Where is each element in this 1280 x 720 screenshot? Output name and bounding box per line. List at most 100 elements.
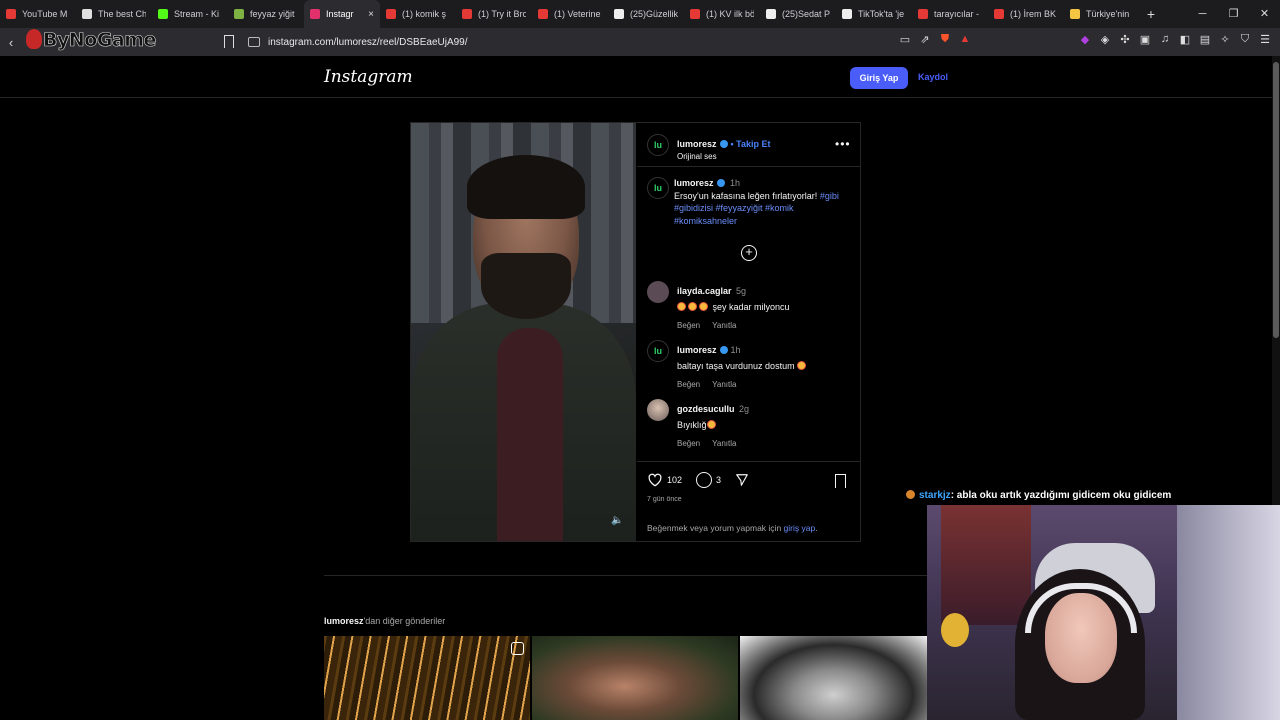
post-thumbnail[interactable] xyxy=(740,636,927,720)
puzzle-icon[interactable]: ✣ xyxy=(1118,32,1132,46)
comment-username[interactable]: lumoresz xyxy=(677,345,717,355)
post-side-panel: lu lumoresz • Takip Et Orijinal ses ••• l… xyxy=(637,123,860,541)
tab-label[interactable]: (1) komik ş xyxy=(402,9,450,19)
tab-label[interactable]: feyyaz yiğit xyxy=(250,9,298,19)
bookmark-icon[interactable] xyxy=(224,35,234,48)
leo-icon[interactable]: ✧ xyxy=(1218,32,1232,46)
tab-label[interactable]: (1) Veterine xyxy=(554,9,602,19)
chat-text: : abla oku artık yazdığımı gidicem oku g… xyxy=(950,490,1172,501)
browser-tab[interactable]: feyyaz yiğit xyxy=(228,0,304,28)
save-bookmark-icon[interactable] xyxy=(835,474,846,488)
tab-label[interactable]: (1) İrem BK xyxy=(1010,9,1058,19)
tab-label[interactable]: Stream - Ki xyxy=(174,9,222,19)
caption-text: Ersoy'un kafasına leğen fırlatıyorlar! xyxy=(674,190,818,201)
caption-username[interactable]: lumoresz xyxy=(674,178,714,188)
reply-link[interactable]: Yanıtla xyxy=(712,321,736,330)
tab-label[interactable]: tarayıcılar - xyxy=(934,9,982,19)
login-prompt-link[interactable]: giriş yap xyxy=(784,523,816,533)
close-window-icon[interactable]: ✕ xyxy=(1249,0,1280,28)
tab-close-icon[interactable]: × xyxy=(368,9,374,20)
signup-link[interactable]: Kaydol xyxy=(918,72,948,82)
browser-tab[interactable]: Türkiye'nin xyxy=(1064,0,1140,28)
url-text[interactable]: instagram.com/lumoresz/reel/DSBEaeUjA99/ xyxy=(268,37,468,48)
new-tab-icon[interactable]: + xyxy=(1140,6,1162,22)
tab-label[interactable]: TikTok'ta 'je xyxy=(858,9,906,19)
audio-label[interactable]: Orijinal ses xyxy=(677,152,771,161)
cam-window-light xyxy=(1177,505,1280,720)
instagram-logo[interactable]: Instagram xyxy=(324,67,413,87)
like-comment-link[interactable]: Beğen xyxy=(677,439,700,448)
rewards-icon[interactable]: ▲ xyxy=(958,32,972,46)
browser-tab[interactable]: (1) Veterine xyxy=(532,0,608,28)
browser-tab[interactable]: (1) İrem BK xyxy=(988,0,1064,28)
tab-label[interactable]: (1) Try it Bro xyxy=(478,9,526,19)
tab-favicon-icon xyxy=(1070,9,1080,19)
more-options-icon[interactable]: ••• xyxy=(835,137,851,151)
media-icon[interactable]: ♫ xyxy=(1158,32,1172,46)
browser-tab[interactable]: The best Ch xyxy=(76,0,152,28)
comment-icon[interactable] xyxy=(696,472,713,488)
vpn-icon[interactable]: ⛉ xyxy=(1238,32,1252,46)
commenter-avatar[interactable]: lu xyxy=(647,340,669,362)
follow-button[interactable]: • Takip Et xyxy=(731,139,771,149)
browser-tab[interactable]: tarayıcılar - xyxy=(912,0,988,28)
browser-tab[interactable]: (1) KV ilk bö xyxy=(684,0,760,28)
wallet-icon[interactable]: ▤ xyxy=(1198,32,1212,46)
site-info-icon[interactable] xyxy=(248,37,260,47)
load-more-comments-icon[interactable]: + xyxy=(741,245,757,261)
owner-username[interactable]: lumoresz xyxy=(677,139,717,149)
tab-label[interactable]: (25)Sedat P xyxy=(782,9,830,19)
url-field[interactable]: instagram.com/lumoresz/reel/DSBEaeUjA99/ xyxy=(248,33,468,51)
extension-1-icon[interactable]: ◆ xyxy=(1078,32,1092,46)
section-divider xyxy=(324,575,927,576)
extension-3-icon[interactable]: ▣ xyxy=(1138,32,1152,46)
tab-label[interactable]: (1) KV ilk bö xyxy=(706,9,754,19)
tab-label[interactable]: (25)Güzellik xyxy=(630,9,678,19)
video-beard xyxy=(481,253,571,319)
like-comment-link[interactable]: Beğen xyxy=(677,380,700,389)
commenter-avatar[interactable] xyxy=(647,399,669,421)
browser-tab[interactable]: YouTube M xyxy=(0,0,76,28)
like-comment-link[interactable]: Beğen xyxy=(677,321,700,330)
comment-time: 2g xyxy=(738,404,749,414)
brave-shield-icon[interactable]: ⛊ xyxy=(938,32,952,46)
comment-username[interactable]: gozdesucullu xyxy=(677,404,735,414)
comment-count[interactable]: 3 xyxy=(716,475,721,485)
browser-tab[interactable]: Instagr × xyxy=(304,0,380,28)
owner-avatar[interactable]: lu xyxy=(647,134,669,156)
screen-icon[interactable]: ▭ xyxy=(898,32,912,46)
reel-video[interactable]: 🔈 xyxy=(411,123,636,541)
browser-tab[interactable]: (1) komik ş xyxy=(380,0,456,28)
sidebar-icon[interactable]: ◧ xyxy=(1178,32,1192,46)
browser-tab[interactable]: Stream - Ki xyxy=(152,0,228,28)
scrollbar-thumb[interactable] xyxy=(1273,62,1279,338)
browser-tab[interactable]: (1) Try it Bro xyxy=(456,0,532,28)
minimize-icon[interactable]: ─ xyxy=(1187,0,1218,28)
commenter-avatar[interactable] xyxy=(647,281,669,303)
browser-tab[interactable]: (25)Güzellik xyxy=(608,0,684,28)
tab-label[interactable]: The best Ch xyxy=(98,9,146,19)
reply-link[interactable]: Yanıtla xyxy=(712,439,736,448)
audio-icon[interactable]: 🔈 xyxy=(611,515,623,526)
share-page-icon[interactable]: ⇗ xyxy=(918,32,932,46)
restore-icon[interactable]: ❐ xyxy=(1218,0,1249,28)
verified-icon xyxy=(716,179,725,187)
extension-2-icon[interactable]: ◈ xyxy=(1098,32,1112,46)
tab-label[interactable]: Instagr xyxy=(326,9,364,19)
share-icon[interactable] xyxy=(735,473,749,487)
comment-username[interactable]: ilayda.caglar xyxy=(677,286,732,296)
login-button[interactable]: Giriş Yap xyxy=(850,67,908,89)
reply-link[interactable]: Yanıtla xyxy=(712,380,736,389)
menu-icon[interactable]: ☰ xyxy=(1258,32,1272,46)
back-icon[interactable]: ‹ xyxy=(0,35,22,50)
browser-tab[interactable]: TikTok'ta 'je xyxy=(836,0,912,28)
like-count[interactable]: 102 xyxy=(667,475,682,485)
tab-label[interactable]: Türkiye'nin xyxy=(1086,9,1134,19)
tab-favicon-icon xyxy=(82,9,92,19)
browser-tab[interactable]: (25)Sedat P xyxy=(760,0,836,28)
caption-avatar[interactable]: lu xyxy=(647,177,669,199)
tab-label[interactable]: YouTube M xyxy=(22,9,70,19)
like-heart-icon[interactable] xyxy=(647,473,663,487)
post-thumbnail[interactable] xyxy=(324,636,530,720)
post-thumbnail[interactable] xyxy=(532,636,738,720)
